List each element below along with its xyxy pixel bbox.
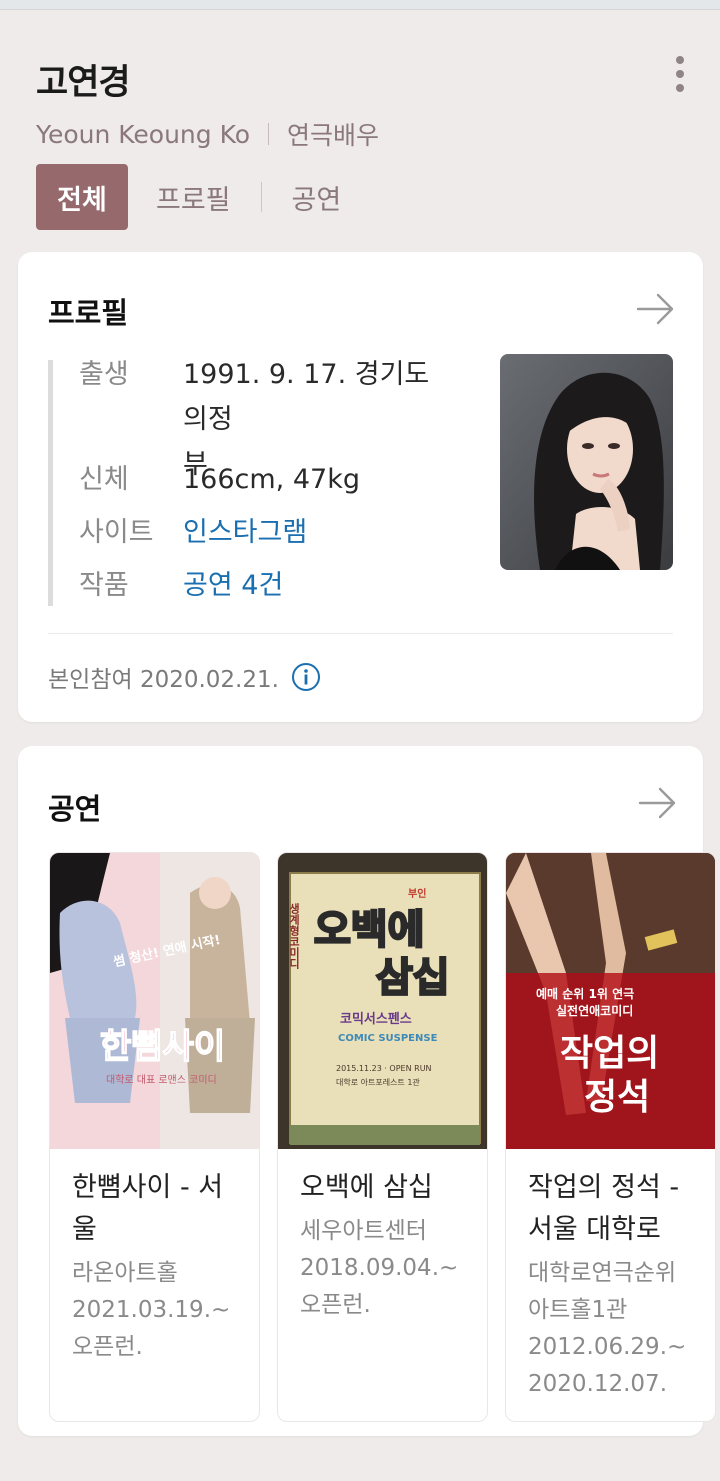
info-icon[interactable]: [291, 662, 321, 692]
english-name: Yeoun Keoung Ko: [36, 119, 251, 149]
show-meta: 라온아트홀 2021.03.19.~ 오픈런.: [72, 1255, 252, 1366]
more-vertical-icon[interactable]: [666, 54, 694, 94]
arrow-right-icon[interactable]: [638, 783, 678, 823]
poster-badge: 부인: [408, 887, 426, 900]
show-start-date: 2021.03.19.~: [72, 1297, 231, 1323]
poster-title-2: 정석: [584, 1077, 650, 1118]
subtitle-divider: [268, 123, 270, 145]
person-header: 고연경 Yeoun Keoung Ko 연극배우 전체 프로필 공연: [0, 10, 720, 250]
profile-section-title: 프로필: [48, 296, 129, 330]
show-poster: 오백에 삼십 코믹서스펜스 COMIC SUSPENSE 2015.11.23 …: [278, 853, 487, 1149]
profile-row-body: 신체 166cm, 47kg: [79, 457, 453, 502]
show-item[interactable]: 오백에 삼십 코믹서스펜스 COMIC SUSPENSE 2015.11.23 …: [277, 852, 488, 1422]
show-venue: 대학로연극순위: [528, 1260, 677, 1286]
show-title-line: 한뼘사이 - 서: [72, 1172, 224, 1203]
show-venue: 세우아트센터: [300, 1218, 427, 1244]
poster-subtitle: 코믹서스펜스: [340, 1011, 412, 1027]
poster-subtitle-en: COMIC SUSPENSE: [338, 1033, 438, 1044]
show-meta: 세우아트센터 2018.09.04.~ 오픈런.: [300, 1213, 480, 1324]
participation-date: 본인참여 2020.02.21.: [48, 667, 279, 693]
show-meta: 대학로연극순위 아트홀1관 2012.06.29.~ 2020.12.07.: [528, 1255, 708, 1403]
show-title: 한뼘사이 - 서 울: [72, 1167, 247, 1251]
tab-all[interactable]: 전체: [36, 164, 128, 230]
profile-key: 작품: [79, 570, 129, 601]
show-venue: 라온아트홀: [72, 1260, 178, 1286]
participation-note: 본인참여 2020.02.21.: [48, 660, 321, 694]
show-title-line: 서울 대학로: [528, 1214, 661, 1245]
status-bar-edge: [0, 0, 720, 10]
show-poster: 예매 순위 1위 연극 실전연애코미디 작업의 정석: [506, 853, 715, 1149]
shows-card: 공연 한뼘사이 대학로 대표 로맨스 코미디 썸 청산! 연애 시작! 한뼘사이…: [18, 746, 716, 1436]
show-start-date: 2018.09.04.~: [300, 1255, 459, 1281]
profile-card: 프로필 출생 1991. 9. 17. 경기도 의정 부 신체 166cm, 4…: [18, 252, 703, 722]
poster-title-2: 삼십: [376, 955, 450, 1001]
person-subtitle: Yeoun Keoung Ko 연극배우: [36, 116, 379, 152]
profile-details: 출생 1991. 9. 17. 경기도 의정 부 신체 166cm, 47kg …: [48, 359, 468, 608]
poster-tagline-2: 실전연애코미디: [556, 1003, 633, 1018]
show-end-date: 오픈런.: [72, 1334, 143, 1360]
profile-row-site: 사이트 인스타그램: [79, 510, 453, 555]
poster-venue: 대학로 아트포레스트 1관: [336, 1077, 420, 1087]
show-title-line: 울: [72, 1214, 97, 1245]
poster-subtitle: 대학로 대표 로맨스 코미디: [106, 1074, 217, 1086]
show-item[interactable]: 예매 순위 1위 연극 실전연애코미디 작업의 정석 작업의 정석 - 서울 대…: [505, 852, 716, 1422]
tab-bar: 전체 프로필 공연: [36, 164, 341, 230]
poster-title: 오백에: [314, 907, 424, 953]
profile-key: 신체: [79, 464, 129, 495]
profile-photo[interactable]: [500, 354, 673, 570]
tab-divider: [260, 182, 262, 212]
poster-title: 한뼘사이: [100, 1027, 225, 1067]
person-name: 고연경: [36, 63, 131, 103]
show-title: 오백에 삼십: [300, 1172, 433, 1203]
instagram-link[interactable]: 인스타그램: [183, 510, 453, 555]
arrow-right-icon[interactable]: [636, 289, 676, 329]
show-title: 작업의 정석 - 서울 대학로: [528, 1167, 703, 1251]
birth-line-1: 1991. 9. 17. 경기도 의정: [183, 359, 430, 435]
profile-key: 사이트: [79, 517, 154, 548]
poster-side-text: 생계형코미디: [288, 902, 301, 970]
show-start-date: 2012.06.29.~: [528, 1334, 687, 1360]
show-poster: 한뼘사이 대학로 대표 로맨스 코미디 썸 청산! 연애 시작!: [50, 853, 259, 1149]
show-venue-2: 아트홀1관: [528, 1297, 628, 1323]
show-title-line: 작업의 정석 -: [528, 1172, 680, 1203]
show-item[interactable]: 한뼘사이 대학로 대표 로맨스 코미디 썸 청산! 연애 시작! 한뼘사이 - …: [49, 852, 260, 1422]
poster-date: 2015.11.23 · OPEN RUN: [336, 1064, 432, 1073]
poster-tagline: 예매 순위 1위 연극: [536, 986, 634, 1001]
profile-row-works: 작품 공연 4건: [79, 563, 453, 608]
shows-section-title: 공연: [48, 792, 102, 826]
show-end-date: 오픈런.: [300, 1292, 371, 1318]
works-link[interactable]: 공연 4건: [183, 563, 453, 608]
tab-profile[interactable]: 프로필: [156, 178, 231, 217]
card-divider: [48, 633, 673, 634]
poster-title: 작업의: [560, 1033, 659, 1074]
profile-value: 166cm, 47kg: [183, 464, 360, 495]
show-end-date: 2020.12.07.: [528, 1371, 667, 1397]
tab-shows[interactable]: 공연: [292, 178, 342, 217]
occupation: 연극배우: [287, 121, 380, 150]
